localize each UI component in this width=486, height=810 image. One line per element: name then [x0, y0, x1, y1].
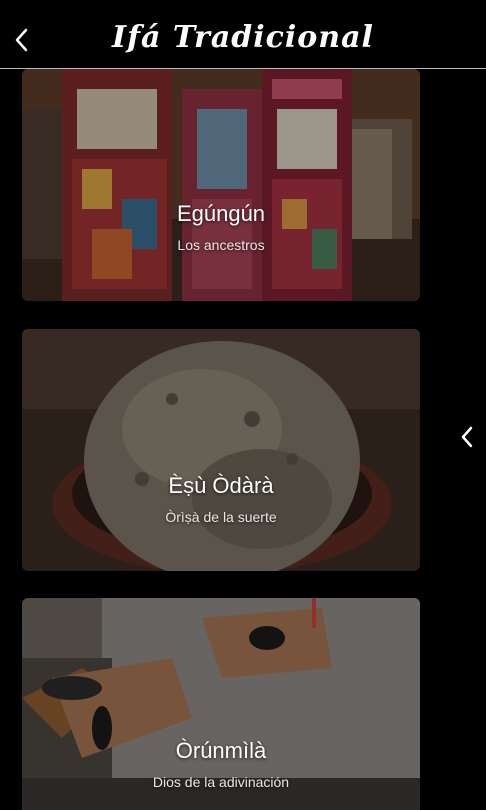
side-drawer-toggle[interactable] — [456, 422, 478, 452]
card-shade — [22, 69, 420, 301]
card-subtitle: Los ancestros — [177, 237, 265, 253]
chevron-left-icon — [461, 426, 473, 448]
card-egungun[interactable]: Egúngún Los ancestros — [22, 69, 420, 301]
card-orunmila[interactable]: Òrúnmìlà Dios de la adivinación — [22, 598, 420, 810]
card-title: Òrúnmìlà — [175, 738, 267, 763]
card-title: Èṣù Òdàrà — [168, 473, 274, 498]
app-header: Ifá Tradicional — [0, 0, 486, 69]
card-title: Egúngún — [176, 201, 266, 226]
card-list[interactable]: Egúngún Los ancestros Èṣù Òdàrà Òrìṣà de… — [0, 69, 486, 810]
card-subtitle: Dios de la adivinación — [152, 774, 290, 790]
card-shade — [22, 329, 420, 571]
card-subtitle: Òrìṣà de la suerte — [165, 509, 277, 525]
card-esu-odara[interactable]: Èṣù Òdàrà Òrìṣà de la suerte — [22, 329, 420, 571]
page-title: Ifá Tradicional — [112, 20, 374, 55]
